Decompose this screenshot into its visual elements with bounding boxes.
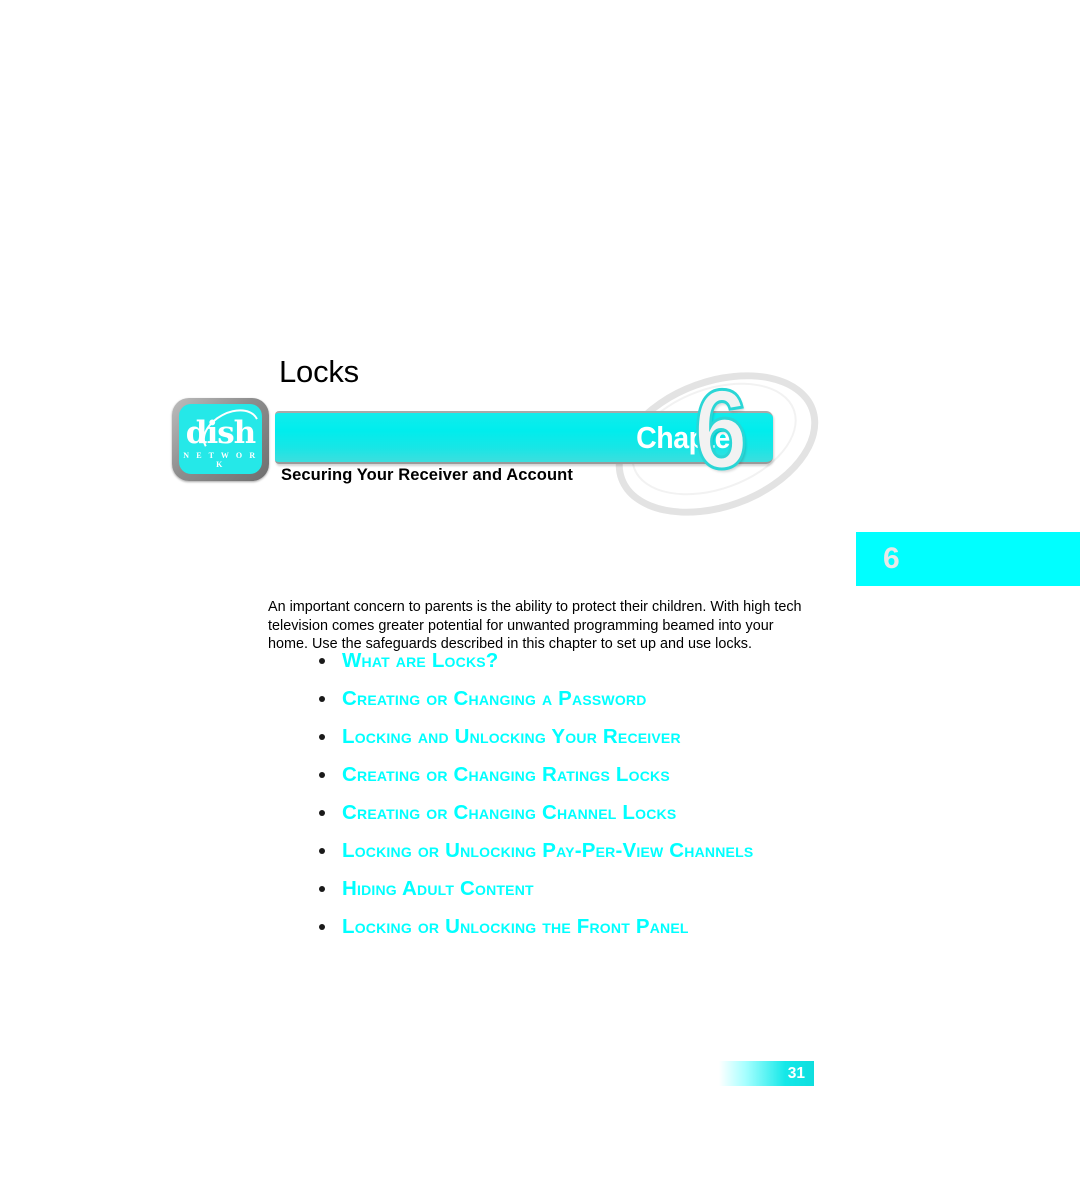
topic-list-item[interactable]: Hiding Adult Content <box>314 876 834 901</box>
topic-list-item[interactable]: Creating or Changing Channel Locks <box>314 800 834 825</box>
chapter-side-tab-number: 6 <box>883 542 900 575</box>
topic-list-item[interactable]: Creating or Changing a Password <box>314 686 834 711</box>
topic-list-item[interactable]: Locking and Unlocking Your Receiver <box>314 724 834 749</box>
chapter-header: Locks dish N E T W O R K Chapter 6 Secur… <box>0 0 1080 1178</box>
topic-list-item[interactable]: Locking or Unlocking the Front Panel <box>314 914 834 939</box>
page-number-bar: 31 <box>719 1061 814 1086</box>
chapter-topic-list: What are Locks? Creating or Changing a P… <box>314 648 834 952</box>
orbit-ring-inner-decoration <box>615 361 813 517</box>
dish-wordmark: dish <box>185 415 256 451</box>
page-title: Locks <box>279 354 359 389</box>
dish-logo-inner: dish N E T W O R K <box>179 404 262 474</box>
intro-paragraph: An important concern to parents is the a… <box>268 599 802 652</box>
page-number: 31 <box>787 1065 805 1082</box>
chapter-side-tab: 6 <box>856 532 1080 586</box>
chapter-subtitle: Securing Your Receiver and Account <box>281 466 573 484</box>
chapter-banner: Chapter <box>275 411 773 464</box>
dish-network-logo: dish N E T W O R K <box>172 398 269 481</box>
chapter-number-graphic: 6 <box>693 367 749 492</box>
topic-list-item[interactable]: What are Locks? <box>314 648 834 673</box>
topic-list-item[interactable]: Creating or Changing Ratings Locks <box>314 762 834 787</box>
topic-list-item[interactable]: Locking or Unlocking Pay-Per-View Channe… <box>314 838 834 863</box>
chapter-banner-label: Chapter <box>636 420 741 455</box>
satellite-swoosh-icon <box>195 404 262 464</box>
dish-network-word: N E T W O R K <box>183 451 258 469</box>
orbit-ring-decoration <box>595 346 839 542</box>
